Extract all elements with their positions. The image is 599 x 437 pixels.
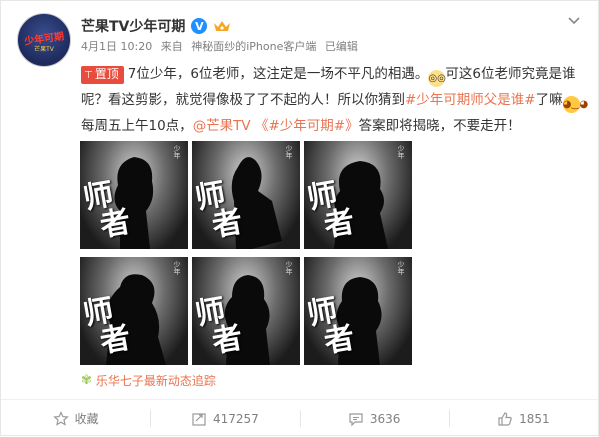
post-text-seg5: 答案即将揭晓，不要走开！ (358, 118, 521, 134)
image-tile[interactable]: 少年 师者 (80, 257, 188, 365)
crown-icon[interactable] (213, 19, 231, 33)
post-meta: 4月1日 10:20 来自 神秘面纱的iPhone客户端 已编辑 (81, 38, 363, 54)
post-edited[interactable]: 已编辑 (325, 40, 358, 53)
tile-side-text: 少年 (173, 145, 181, 159)
tile-side-text: 少年 (285, 261, 293, 275)
image-tile[interactable]: 少年 师者 (304, 257, 412, 365)
post-text-seg4: 每周五上午10点， (81, 118, 193, 134)
image-tile[interactable]: 少年 师者 (304, 141, 412, 249)
verified-badge-icon[interactable]: V (191, 18, 208, 34)
post-text-seg3: 了嘛 (535, 92, 563, 108)
post-device[interactable]: 神秘面纱的iPhone客户端 (191, 40, 316, 53)
favorite-button[interactable]: 收藏 (1, 400, 150, 437)
comment-icon (349, 412, 363, 426)
image-grid: 少年 师者 少年 师者 少年 师者 少年 师者 少年 师者 少年 师 者 (80, 141, 412, 365)
like-count: 1851 (519, 411, 550, 426)
topic-source-link[interactable]: ✾ 乐华七子最新动态追踪 (81, 372, 216, 389)
image-tile[interactable]: 少年 师者 (192, 141, 300, 249)
action-bar: 收藏 417257 3636 1851 (1, 399, 598, 437)
post-text-seg1: 7位少年，6位老师，这注定是一场不平凡的相遇。 (127, 66, 429, 82)
repost-icon (192, 412, 206, 426)
pinned-label: 置顶 (94, 67, 119, 81)
avatar-logo-sub: 芒果TV (34, 46, 54, 53)
tile-side-text: 少年 (397, 145, 405, 159)
post-from-label: 来自 (160, 40, 183, 53)
like-button[interactable]: 1851 (448, 400, 598, 437)
flower-icon: ✾ (81, 373, 92, 388)
image-tile[interactable]: 少年 师者 (192, 257, 300, 365)
tile-side-text: 少年 (173, 261, 181, 275)
tile-side-text: 少年 (285, 145, 293, 159)
pin-icon: ⊤ (84, 70, 93, 81)
tile-side-text: 少年 (397, 261, 405, 275)
repost-count: 417257 (212, 411, 259, 426)
post-date[interactable]: 4月1日 10:20 (81, 40, 152, 53)
weibo-post-card: 少年可期 芒果TV 芒果TV少年可期 V 4月1日 10:20 来自 神秘面纱的… (0, 0, 599, 436)
mention-link[interactable]: @芒果TV (193, 118, 251, 134)
glasses-emoji-icon: ◎◎ (428, 70, 446, 87)
star-icon (52, 410, 69, 426)
avatar[interactable]: 少年可期 芒果TV (17, 13, 71, 67)
comment-count: 3636 (369, 411, 401, 426)
topic-source-label: 乐华七子最新动态追踪 (95, 374, 216, 388)
thumbs-up-icon (498, 411, 512, 426)
image-tile[interactable]: 少年 师者 (80, 141, 188, 249)
hashtag-link-show[interactable]: 《#少年可期#》 (255, 118, 359, 134)
user-name-row: 芒果TV少年可期 V (81, 16, 231, 36)
hashtag-link[interactable]: #少年可期师父是谁# (405, 92, 536, 108)
more-options-chevron-icon[interactable] (566, 13, 582, 29)
post-text: ⊤ 置顶 7位少年，6位老师，这注定是一场不平凡的相遇。◎◎可这6位老师究竟是谁呢？… (81, 61, 588, 139)
comment-button[interactable]: 3636 (299, 400, 449, 437)
user-name[interactable]: 芒果TV少年可期 (81, 16, 185, 36)
pinned-badge: ⊤ 置顶 (81, 66, 124, 84)
repost-button[interactable]: 417257 (150, 400, 299, 437)
favorite-label: 收藏 (74, 412, 99, 426)
blushing-face-emoji-icon: ◕‿◕ (562, 96, 588, 113)
